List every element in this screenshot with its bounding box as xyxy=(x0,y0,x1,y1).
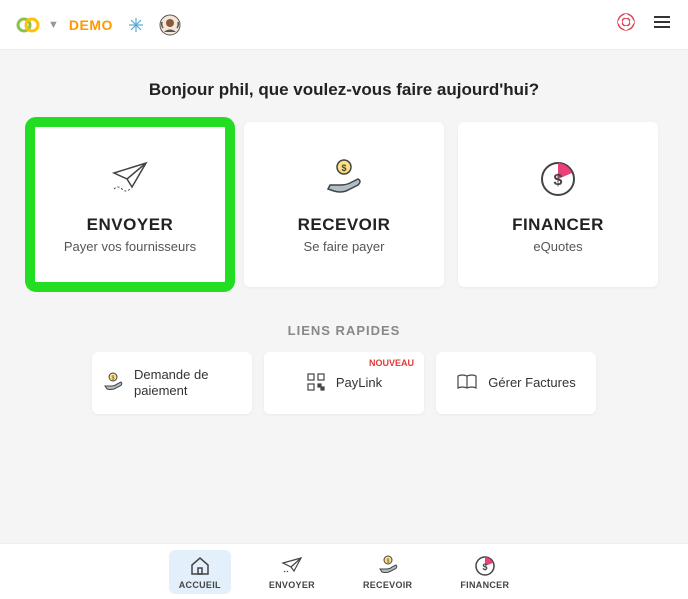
support-avatar-icon[interactable] xyxy=(159,14,181,36)
nav-send[interactable]: ENVOYER xyxy=(259,550,325,594)
chevron-down-icon: ▼ xyxy=(48,19,59,31)
card-receive-title: RECEVOIR xyxy=(298,215,391,235)
qr-code-icon xyxy=(306,372,326,395)
hand-coin-icon: $ xyxy=(322,155,366,203)
main-content: Bonjour phil, que voulez-vous faire aujo… xyxy=(0,50,688,414)
nav-home[interactable]: ACCUEIL xyxy=(169,550,231,594)
dollar-circle-icon: $ xyxy=(537,155,579,203)
logo-icon xyxy=(16,16,40,34)
quick-payment-request-label: Demande de paiement xyxy=(134,367,242,398)
help-icon[interactable] xyxy=(616,12,636,37)
bottom-nav: ACCUEIL ENVOYER $ RECEVOIR $ FINANCER xyxy=(0,543,688,599)
card-send-sub: Payer vos fournisseurs xyxy=(64,239,196,254)
quick-paylink-label: PayLink xyxy=(336,375,382,391)
nav-send-label: ENVOYER xyxy=(269,580,315,590)
card-send-title: ENVOYER xyxy=(87,215,174,235)
quick-links-section: LIENS RAPIDES $ Demande de paiement NOUV… xyxy=(20,323,668,414)
quick-invoices[interactable]: Gérer Factures xyxy=(436,352,596,414)
svg-text:$: $ xyxy=(112,375,115,381)
svg-text:$: $ xyxy=(341,163,346,173)
nav-receive[interactable]: $ RECEVOIR xyxy=(353,550,422,594)
dollar-circle-nav-icon: $ xyxy=(474,554,496,578)
svg-text:$: $ xyxy=(482,562,487,572)
logo-group[interactable]: ▼ xyxy=(16,16,59,34)
home-icon xyxy=(189,554,211,578)
quick-invoices-label: Gérer Factures xyxy=(488,375,575,391)
nav-finance[interactable]: $ FINANCER xyxy=(450,550,519,594)
svg-text:$: $ xyxy=(386,558,389,564)
card-receive[interactable]: $ RECEVOIR Se faire payer xyxy=(244,122,444,287)
book-icon xyxy=(456,373,478,394)
hand-coin-nav-icon: $ xyxy=(377,554,399,578)
quick-paylink[interactable]: NOUVEAU PayLink xyxy=(264,352,424,414)
menu-icon[interactable] xyxy=(652,14,672,35)
demo-label: DEMO xyxy=(69,17,113,33)
hand-coin-small-icon: $ xyxy=(102,371,124,396)
greeting-text: Bonjour phil, que voulez-vous faire aujo… xyxy=(20,80,668,100)
action-cards-row: ENVOYER Payer vos fournisseurs $ RECEVOI… xyxy=(20,122,668,287)
svg-text:$: $ xyxy=(554,172,563,189)
paper-plane-icon xyxy=(108,155,152,203)
nav-receive-label: RECEVOIR xyxy=(363,580,412,590)
card-finance[interactable]: $ FINANCER eQuotes xyxy=(458,122,658,287)
card-send[interactable]: ENVOYER Payer vos fournisseurs xyxy=(30,122,230,287)
card-receive-sub: Se faire payer xyxy=(304,239,385,254)
nav-home-label: ACCUEIL xyxy=(179,580,221,590)
card-finance-title: FINANCER xyxy=(512,215,604,235)
quick-links-row: $ Demande de paiement NOUVEAU PayLink Gé… xyxy=(20,352,668,414)
quick-payment-request[interactable]: $ Demande de paiement xyxy=(92,352,252,414)
quick-links-title: LIENS RAPIDES xyxy=(20,323,668,338)
snowflake-icon[interactable] xyxy=(127,16,145,34)
card-finance-sub: eQuotes xyxy=(533,239,582,254)
paper-plane-small-icon xyxy=(281,554,303,578)
new-badge: NOUVEAU xyxy=(369,358,414,368)
topbar: ▼ DEMO xyxy=(0,0,688,50)
nav-finance-label: FINANCER xyxy=(460,580,509,590)
